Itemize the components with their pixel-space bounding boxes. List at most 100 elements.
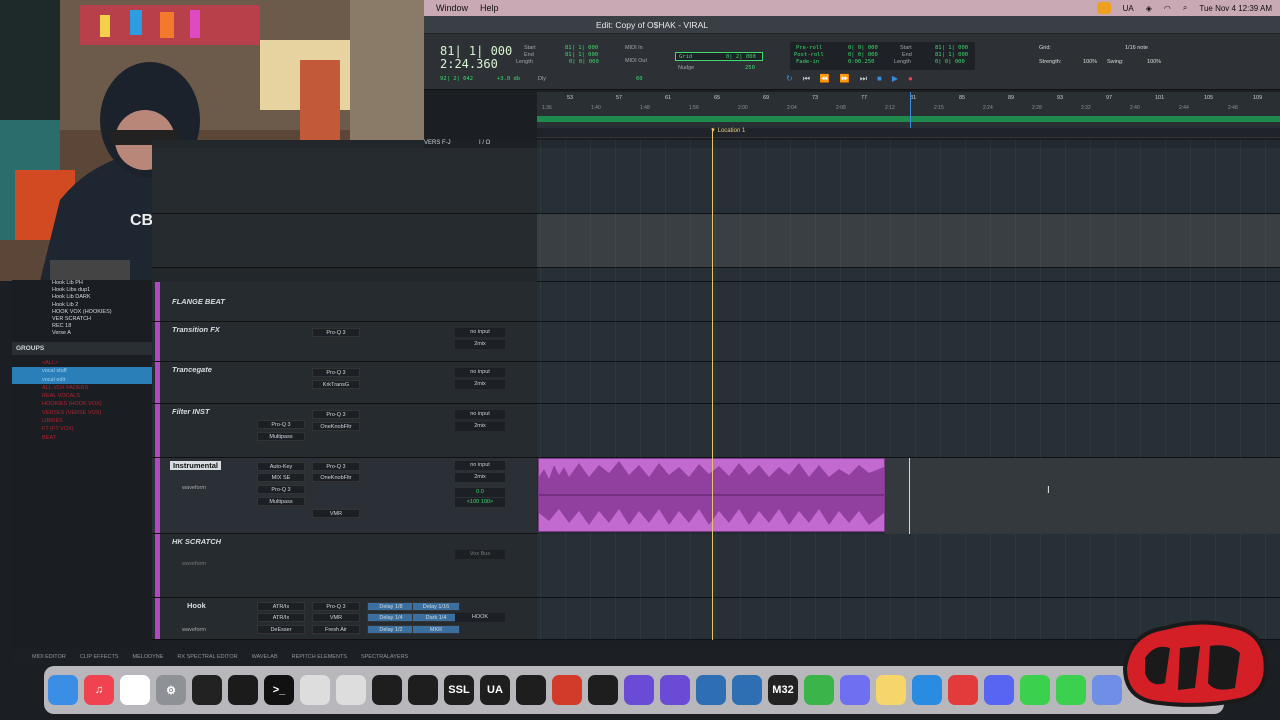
view-selector[interactable]: waveform [170,560,218,569]
insert-slot[interactable]: DeEsser [257,625,305,634]
track-row-flange-beat[interactable]: FLANGE BEAT [152,282,537,322]
track-row-hk-scratch[interactable]: HK SCRATCH waveform Vox Bus [152,534,537,598]
track-lane[interactable] [537,322,1280,362]
bottom-tab[interactable]: SPECTRALAYERS [361,654,408,660]
tempo-lane[interactable] [537,116,1280,122]
group-item[interactable]: REAL VOCALS [12,392,152,400]
nudge-value[interactable]: 250 [745,65,755,71]
dock-activity-icon[interactable] [228,675,258,705]
dock-app1-icon[interactable] [300,675,330,705]
dock-chrome-icon[interactable] [120,675,150,705]
dock-izotope-icon[interactable] [588,675,618,705]
group-item[interactable]: VERSES (VERSE VOX) [12,409,152,417]
dock-app-m-icon[interactable] [552,675,582,705]
bottom-tab[interactable]: MIDI EDITOR [32,654,66,660]
dock-app-s-icon[interactable] [408,675,438,705]
rewind-icon[interactable]: ⏪ [820,74,830,84]
insert-slot-4[interactable]: OneKnobFltr [312,422,360,431]
bottom-tab[interactable]: WAVELAB [252,654,278,660]
dock-waves-icon[interactable] [516,675,546,705]
dock-protools-icon[interactable] [624,675,654,705]
track-name[interactable]: Instrumental [170,461,222,470]
mic-icon[interactable] [1096,2,1111,14]
dock-ssl-icon[interactable]: SSL [444,675,474,705]
dock-app-z-icon[interactable] [1092,675,1122,705]
track-lane[interactable] [537,404,1280,458]
track-name[interactable]: FLANGE BEAT [172,297,225,306]
group-item[interactable]: BEAT [12,434,152,442]
dock-app-g-icon[interactable] [804,675,834,705]
dock-screenshot-icon[interactable] [336,675,366,705]
insert-slot[interactable]: Auto-Key [257,462,305,471]
ffwd-icon[interactable]: ⏩ [840,74,850,84]
length2-value[interactable]: 0| 0| 000 [935,59,965,65]
group-item[interactable]: ALL VOX FADERS [12,384,152,392]
dock-app-a-icon[interactable] [372,675,402,705]
search-icon[interactable]: ⌕ [1183,3,1187,13]
control-center-icon[interactable]: ◈ [1146,4,1152,13]
input-select[interactable]: no input [455,410,505,419]
send-slot[interactable]: Delay 1/8 [367,602,415,611]
input-select[interactable]: Vox Bus [455,550,505,559]
strength-value[interactable]: 100% [1083,59,1097,65]
clock[interactable]: Tue Nov 4 12:39 AM [1199,4,1272,13]
insert-slot[interactable]: ATR/Ix [257,613,305,622]
insert-slot-2[interactable]: Multipass [257,432,305,441]
preroll-value[interactable]: 0| 0| 000 [848,45,878,51]
group-item[interactable]: vocal edit [12,375,152,384]
track-name[interactable]: Filter INST [172,407,210,416]
tempo-value[interactable]: 60 [636,76,643,82]
dock-app-x-icon[interactable] [696,675,726,705]
sub-counter[interactable]: 2:24.360 [440,57,498,71]
track-row-transition-fx[interactable]: Transition FX Pro-Q 3 no input 2mix [152,322,537,362]
menu-window[interactable]: Window [436,3,468,13]
grid-selector[interactable]: Grid 0| 2| 000 [675,52,763,61]
track-name[interactable]: HK SCRATCH [172,537,221,546]
group-item[interactable]: LIBBIES [12,417,152,425]
view-selector[interactable]: waveform [170,484,218,493]
dock-app-y-icon[interactable] [732,675,762,705]
dock-discord-icon[interactable] [984,675,1014,705]
insert-slot[interactable]: VMR [312,613,360,622]
insert-slot[interactable]: Fresh Air [312,625,360,634]
track-lane[interactable] [537,534,1280,598]
view-selector[interactable]: waveform [170,626,218,635]
swing-value[interactable]: 100% [1147,59,1161,65]
volume-value[interactable]: 0.0 [455,488,505,497]
dock-terminal-icon[interactable]: >_ [264,675,294,705]
dock-messages-icon[interactable] [1020,675,1050,705]
track-row-hook[interactable]: Hook waveform ATR/Ix ATR/Ix DeEsser Pro-… [152,598,537,640]
track-lane[interactable] [537,362,1280,404]
menu-help[interactable]: Help [480,3,499,13]
track-lane[interactable] [537,214,1280,268]
dock-settings-icon[interactable]: ⚙ [156,675,186,705]
track-row-trancegate[interactable]: Trancegate Pro-Q 3 KrkTransG no input 2m… [152,362,537,404]
input-select[interactable]: no input [455,461,505,470]
end2-value[interactable]: 81| 1| 000 [935,52,968,58]
group-item[interactable]: FT (FT VOX) [12,425,152,433]
track-row-filter-inst[interactable]: Filter INST Pro-Q 3 Multipass Pro-Q 3 On… [152,404,537,458]
dock-facetime-icon[interactable] [1056,675,1086,705]
track-lane[interactable] [537,282,1280,322]
input-select[interactable]: no input [455,368,505,377]
insert-slot[interactable]: ATR/Ix [257,602,305,611]
timeline-ruler[interactable]: 53 57 61 65 69 73 77 81 85 89 93 97 101 105 109 1:36 1:… [537,92,1280,128]
track-list-item[interactable]: Hook Lib DARK [12,294,152,301]
output-select[interactable]: 2mix [455,380,505,389]
group-item[interactable]: HOOKIES (HOOK VOX) [12,400,152,408]
ua-menu[interactable]: UA [1123,4,1134,13]
dock-finder-icon[interactable] [48,675,78,705]
send-slot[interactable]: Dark 1/4 [412,613,460,622]
input-select[interactable]: no input [455,328,505,337]
insert-slot[interactable]: Pro-Q 3 [312,602,360,611]
loop-icon[interactable]: ↻ [786,74,793,84]
fadein-value[interactable]: 0:00.250 [848,59,875,65]
track-list-item[interactable]: VER SCRATCH [12,316,152,323]
send-slot[interactable]: Delay 1/4 [367,613,415,622]
rtz-icon[interactable]: ⏮ [803,74,810,84]
bottom-tab[interactable]: RX SPECTRAL EDITOR [177,654,237,660]
insert-slot-2[interactable]: KrkTransG [312,380,360,389]
track-list-item[interactable]: REC 18 [12,323,152,330]
record-icon[interactable]: ● [908,74,913,84]
output-select[interactable]: 2mix [455,422,505,431]
